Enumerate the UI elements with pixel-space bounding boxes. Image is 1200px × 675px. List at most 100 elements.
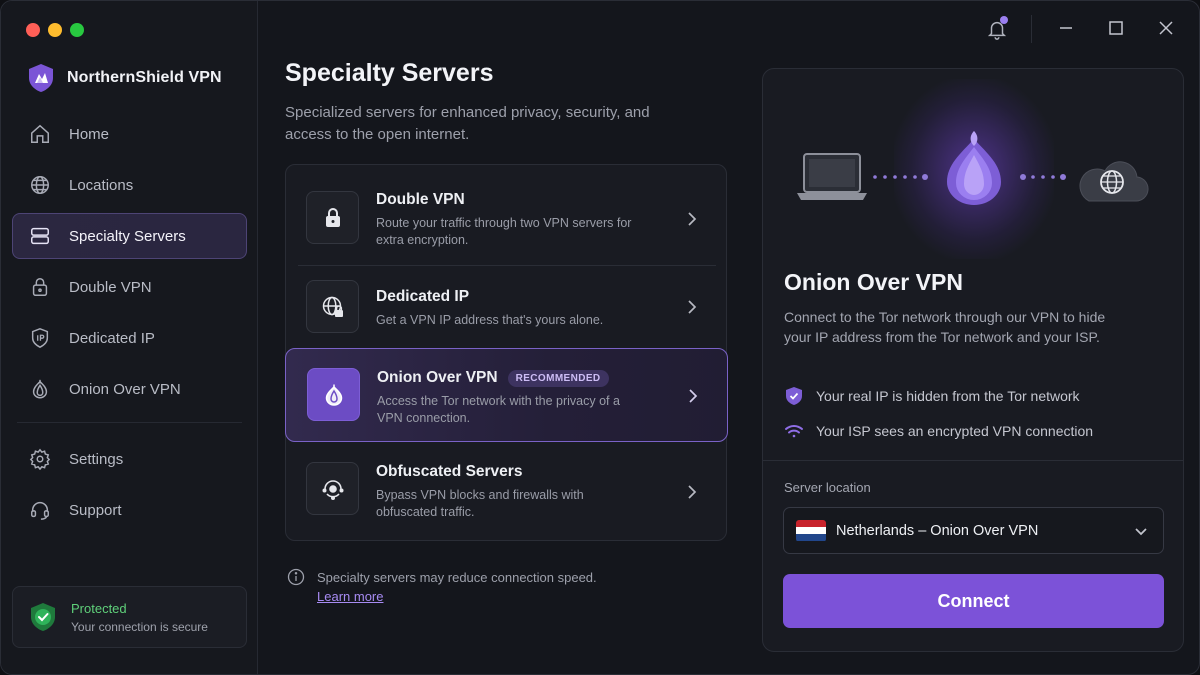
sidebar-item-support[interactable]: Support — [12, 487, 247, 533]
option-onion-over-vpn[interactable]: Onion Over VPN RECOMMENDED Access the To… — [285, 348, 728, 442]
close-icon[interactable] — [1157, 19, 1175, 37]
option-icon-container — [306, 280, 359, 333]
sidebar-item-locations[interactable]: Locations — [12, 162, 247, 208]
sidebar-item-label: Settings — [69, 450, 124, 468]
sidebar-item-label: Onion Over VPN — [69, 380, 181, 398]
option-name: Onion Over VPN — [377, 369, 498, 386]
option-description: Get a VPN IP address that's yours alone. — [376, 313, 604, 327]
chevron-down-icon — [1135, 528, 1147, 536]
app-name: NorthernShield VPN — [67, 69, 222, 86]
option-name: Double VPN — [376, 191, 465, 208]
headset-icon — [31, 502, 49, 520]
specialty-server-list: Double VPN Route your traffic through tw… — [285, 164, 728, 541]
toolbar-divider — [1031, 15, 1032, 43]
feature-text: Your real IP is hidden from the Tor netw… — [816, 388, 1080, 404]
shield-check-icon — [31, 603, 55, 631]
maximize-icon[interactable] — [1107, 19, 1125, 37]
connection-dots-left — [873, 174, 928, 180]
shield-logo-icon — [29, 64, 53, 92]
connection-dots-right — [1020, 174, 1066, 180]
sidebar-item-label: Home — [69, 125, 110, 143]
notification-dot — [1000, 16, 1008, 24]
sidebar-item-dedicated-ip[interactable]: Dedicated IP — [12, 315, 247, 361]
onion-icon — [325, 384, 342, 406]
option-icon-container — [307, 368, 360, 421]
sidebar-item-home[interactable]: Home — [12, 111, 247, 157]
feature-isp-encrypted: Your ISP sees an encrypted VPN connectio… — [784, 421, 1093, 441]
note-text: Specialty servers may reduce connection … — [317, 570, 597, 585]
feature-text: Your ISP sees an encrypted VPN connectio… — [816, 423, 1094, 439]
servers-icon — [31, 227, 49, 245]
page-subtitle: Specialized servers for enhanced privacy… — [285, 104, 650, 143]
option-description: Bypass VPN blocks and firewalls with obf… — [376, 488, 584, 519]
sidebar-divider — [17, 422, 242, 423]
lock-icon — [32, 278, 48, 296]
netherlands-flag-icon — [796, 519, 826, 542]
minimize-icon[interactable] — [1057, 19, 1075, 37]
sidebar-nav: Home Locations Specialty Servers Double … — [12, 111, 247, 538]
sidebar-item-label: Specialty Servers — [69, 227, 186, 245]
tor-onion-icon — [947, 131, 1001, 205]
chevron-right-icon — [689, 389, 698, 403]
option-icon-container — [306, 191, 359, 244]
option-obfuscated-servers[interactable]: Obfuscated Servers Bypass VPN blocks and… — [286, 443, 728, 541]
ip-shield-icon — [31, 328, 49, 348]
option-text: Dedicated IP Get a VPN IP address that's… — [376, 288, 646, 329]
option-dedicated-ip[interactable]: Dedicated IP Get a VPN IP address that's… — [286, 266, 728, 348]
server-location-label: Server location — [784, 480, 871, 495]
brand: NorthernShield VPN — [27, 63, 222, 93]
info-icon — [287, 568, 305, 586]
onion-icon — [32, 379, 48, 399]
chevron-right-icon — [688, 485, 697, 499]
sidebar-item-double-vpn[interactable]: Double VPN — [12, 264, 247, 310]
sidebar-item-label: Dedicated IP — [69, 329, 155, 347]
sidebar: NorthernShield VPN Home Locations Specia… — [1, 1, 258, 674]
globe-lock-icon — [322, 296, 343, 317]
sidebar-item-settings[interactable]: Settings — [12, 436, 247, 482]
zoom-window-button[interactable] — [70, 23, 84, 37]
recommended-badge: RECOMMENDED — [507, 369, 609, 387]
shield-check-icon — [786, 387, 802, 405]
learn-more-link[interactable]: Learn more — [317, 589, 383, 604]
sidebar-item-onion-over-vpn[interactable]: Onion Over VPN — [12, 366, 247, 412]
option-text: Obfuscated Servers Bypass VPN blocks and… — [376, 463, 646, 521]
connect-button[interactable]: Connect — [783, 574, 1164, 628]
option-description: Route your traffic through two VPN serve… — [376, 216, 632, 247]
option-description: Access the Tor network with the privacy … — [377, 394, 620, 425]
lock-icon — [325, 207, 340, 227]
panel-title: Onion Over VPN — [784, 269, 963, 295]
minimize-window-button[interactable] — [48, 23, 62, 37]
detail-panel: Onion Over VPN Connect to the Tor networ… — [762, 68, 1184, 652]
server-location-select[interactable]: Netherlands – Onion Over VPN — [783, 507, 1164, 554]
page-title: Specialty Servers — [285, 59, 494, 87]
connection-status-card: Protected Your connection is secure — [12, 586, 247, 648]
laptop-icon — [797, 153, 867, 200]
sidebar-item-label: Locations — [69, 176, 134, 194]
gear-icon — [29, 448, 51, 470]
app-window: NorthernShield VPN Home Locations Specia… — [0, 0, 1200, 675]
wifi-icon — [785, 425, 803, 438]
speed-note: Specialty servers may reduce connection … — [287, 567, 597, 606]
sidebar-item-specialty-servers[interactable]: Specialty Servers — [12, 213, 247, 259]
option-icon-container — [306, 462, 359, 515]
close-window-button[interactable] — [26, 23, 40, 37]
feature-ip-hidden: Your real IP is hidden from the Tor netw… — [784, 386, 1080, 406]
cloud-globe-icon — [1079, 161, 1149, 202]
selected-location: Netherlands – Onion Over VPN — [836, 522, 1039, 539]
globe-icon — [31, 176, 49, 194]
chevron-right-icon — [688, 212, 697, 226]
sidebar-item-label: Double VPN — [69, 278, 152, 296]
obfuscate-icon — [322, 479, 343, 500]
panel-description: Connect to the Tor network through our V… — [784, 309, 1106, 345]
option-name: Obfuscated Servers — [376, 463, 523, 480]
status-subtitle: Your connection is secure — [71, 619, 208, 634]
panel-divider — [763, 460, 1183, 461]
home-icon — [31, 124, 49, 143]
status-title: Protected — [71, 600, 127, 616]
option-name: Dedicated IP — [376, 288, 470, 305]
hero-illustration — [763, 69, 1183, 269]
sidebar-item-label: Support — [69, 501, 122, 519]
option-text: Double VPN Route your traffic through tw… — [376, 191, 646, 249]
option-double-vpn[interactable]: Double VPN Route your traffic through tw… — [286, 165, 728, 265]
window-controls — [26, 23, 84, 37]
